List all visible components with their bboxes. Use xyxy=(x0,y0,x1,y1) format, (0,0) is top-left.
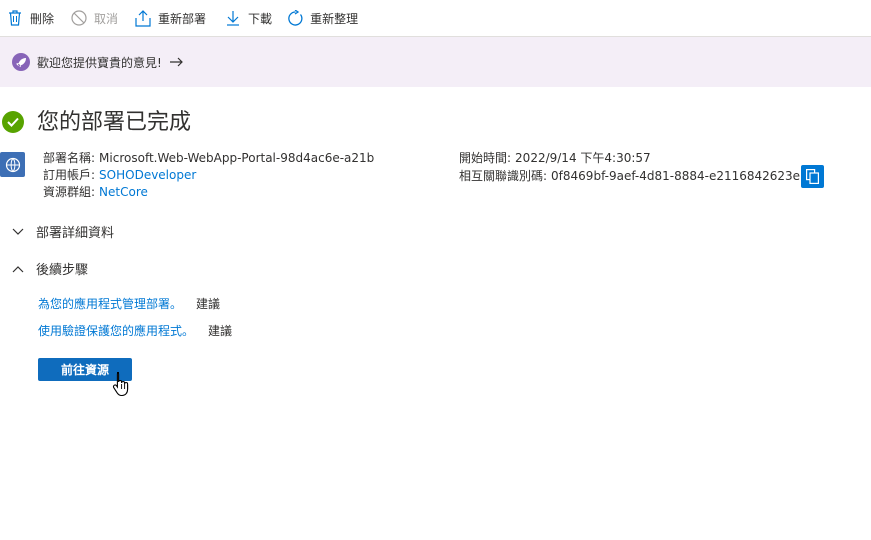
correlation-id-row: 相互關聯識別碼: 0f8469bf-9aef-4d81-8884-e2116842… xyxy=(459,168,800,185)
refresh-label: 重新整理 xyxy=(310,11,359,26)
success-check-icon xyxy=(2,111,24,133)
page-title: 您的部署已完成 xyxy=(37,110,192,135)
deployment-info: 部署名稱: Microsoft.Web-WebApp-Portal-98d4ac6… xyxy=(43,150,374,201)
trash-icon xyxy=(6,9,24,27)
start-time-row: 開始時間: 2022/9/14 下午4:30:57 xyxy=(459,150,800,167)
resource-group-key: 資源群組: xyxy=(43,185,96,199)
download-button[interactable]: 下載 xyxy=(224,0,272,37)
web-app-icon xyxy=(0,152,25,177)
next-steps-toggle[interactable]: 後續步驟 xyxy=(10,259,88,278)
refresh-button[interactable]: 重新整理 xyxy=(286,0,358,37)
refresh-icon xyxy=(286,9,304,27)
deployment-timing-info: 開始時間: 2022/9/14 下午4:30:57 相互關聯識別碼: 0f8469b… xyxy=(459,150,800,185)
hand-pointer-cursor-icon xyxy=(112,371,132,400)
download-label: 下載 xyxy=(248,11,273,26)
rocket-icon xyxy=(12,53,30,71)
next-steps-label: 後續步驟 xyxy=(36,263,89,278)
recommended-tag: 建議 xyxy=(196,297,221,311)
deployment-details-label: 部署詳細資料 xyxy=(36,226,115,241)
deployment-name-row: 部署名稱: Microsoft.Web-WebApp-Portal-98d4ac6… xyxy=(43,150,374,167)
chevron-down-icon xyxy=(10,224,26,240)
feedback-text: 歡迎您提供寶貴的意見! xyxy=(37,55,162,70)
cancel-button[interactable]: 取消 xyxy=(70,0,118,37)
subscription-link[interactable]: SOHODeveloper xyxy=(99,168,196,182)
delete-button[interactable]: 刪除 xyxy=(6,0,54,37)
copy-icon xyxy=(806,169,819,184)
cancel-icon xyxy=(70,9,88,27)
feedback-banner[interactable]: 歡迎您提供寶貴的意見! xyxy=(0,37,871,87)
upload-icon xyxy=(134,9,152,27)
deployment-name-key: 部署名稱: xyxy=(43,151,96,165)
download-icon xyxy=(224,9,242,27)
subscription-row: 訂用帳戶: SOHODeveloper xyxy=(43,167,374,184)
start-time-value: 2022/9/14 下午4:30:57 xyxy=(515,151,651,165)
subscription-key: 訂用帳戶: xyxy=(43,168,96,182)
manage-deployments-link[interactable]: 為您的應用程式管理部署。 xyxy=(38,297,182,311)
cancel-label: 取消 xyxy=(94,11,119,26)
deployment-details-toggle[interactable]: 部署詳細資料 xyxy=(10,222,114,241)
correlation-id-value: 0f8469bf-9aef-4d81-8884-e2116842623e xyxy=(551,169,801,183)
resource-group-row: 資源群組: NetCore xyxy=(43,184,374,201)
protect-with-auth-link[interactable]: 使用驗證保護您的應用程式。 xyxy=(38,324,194,338)
redeploy-label: 重新部署 xyxy=(158,11,207,26)
recommended-tag: 建議 xyxy=(208,324,233,338)
resource-group-link[interactable]: NetCore xyxy=(99,185,148,199)
chevron-up-icon xyxy=(10,261,26,277)
next-step-item: 為您的應用程式管理部署。 建議 xyxy=(38,295,220,312)
redeploy-button[interactable]: 重新部署 xyxy=(134,0,206,37)
copy-button[interactable] xyxy=(801,165,824,188)
deployment-name-value: Microsoft.Web-WebApp-Portal-98d4ac6e-a21… xyxy=(99,151,375,165)
command-bar: 刪除 取消 重新部署 下載 重新整理 xyxy=(0,0,871,37)
correlation-id-key: 相互關聯識別碼: xyxy=(459,169,548,183)
arrow-right-icon[interactable] xyxy=(169,57,183,67)
delete-label: 刪除 xyxy=(30,11,55,26)
next-step-item: 使用驗證保護您的應用程式。 建議 xyxy=(38,322,232,339)
start-time-key: 開始時間: xyxy=(459,151,512,165)
